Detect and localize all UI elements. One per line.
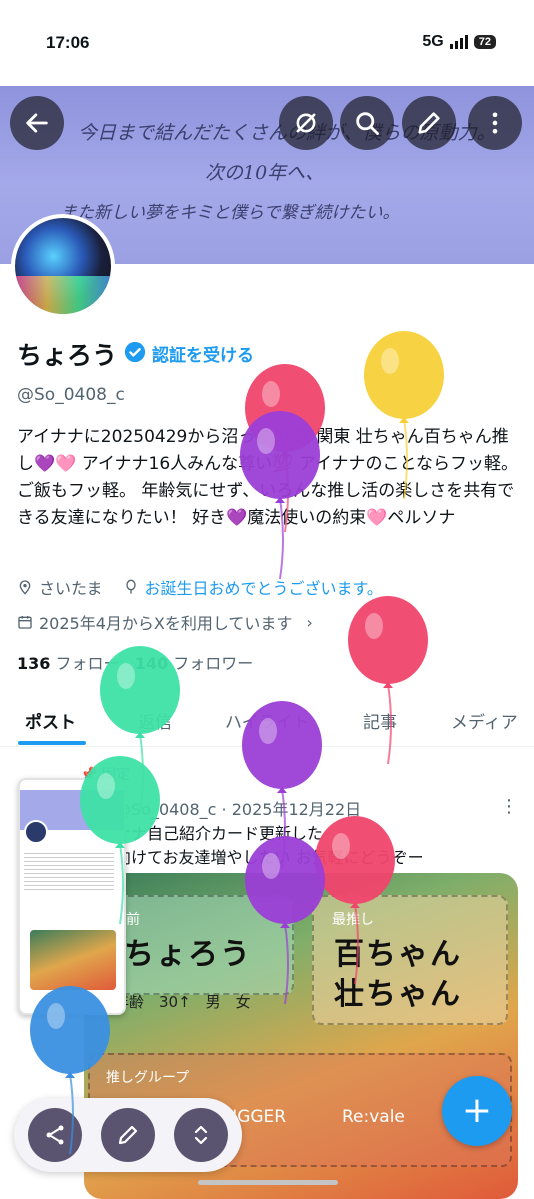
active-tab-indicator (18, 741, 86, 745)
status-time: 17:06 (46, 33, 90, 52)
following-count[interactable]: 136 (17, 654, 50, 673)
chevron-right-icon: › (306, 612, 313, 632)
share-button[interactable] (28, 1108, 82, 1162)
card-oshi-line: 百ちゃん (334, 937, 462, 972)
compose-post-button[interactable]: + (442, 1076, 512, 1146)
joined-row: 2025年4月からXを利用しています › (17, 610, 313, 634)
network-label: 5G (422, 33, 444, 50)
tab-posts[interactable]: ポスト (25, 708, 76, 733)
screenshot-toolbar (14, 1098, 242, 1172)
profile-name: ちょろう (17, 341, 118, 370)
birthday-text[interactable]: お誕生日おめでとうございます。 (145, 575, 383, 599)
post-text: ナナ自己紹介カード更新した 向けてお友達増やしたい お気軽にどうぞー (115, 822, 515, 870)
back-button[interactable] (10, 96, 64, 150)
search-button[interactable] (340, 96, 394, 150)
get-verified-link[interactable]: 認証を受ける (152, 341, 254, 366)
post-more-icon[interactable]: ⋮ (500, 796, 518, 817)
scroll-capture-button[interactable] (174, 1108, 228, 1162)
card-oshi-line: 壮ちゃん (334, 977, 462, 1012)
status-indicators: 5G 72 (422, 33, 496, 51)
grok-button[interactable] (279, 96, 333, 150)
battery-icon: 72 (473, 35, 496, 49)
edit-screenshot-button[interactable] (101, 1108, 155, 1162)
following-label[interactable]: フォロー (56, 654, 120, 673)
thumbnail-card (30, 930, 116, 990)
avatar[interactable] (11, 214, 115, 318)
tab-media[interactable]: メディア (451, 708, 518, 733)
card-group-label: 推しグループ (106, 1070, 190, 1086)
share-icon (46, 1125, 64, 1145)
post-text-line: 向けてお友達増やしたい お気軽にどうぞー (115, 848, 424, 867)
thumbnail-avatar (24, 820, 48, 844)
plus-icon: + (461, 1090, 493, 1131)
post-text-line: ナナ自己紹介カード更新した (115, 824, 324, 843)
banner-text-line: また新しい夢をキミと僕らで繋ぎ続けたい。 (60, 203, 400, 223)
verified-badge-icon (124, 341, 146, 363)
joined-text: 2025年4月からXを利用しています (39, 614, 293, 633)
edit-pencil-icon (118, 1125, 138, 1145)
tab-articles[interactable]: 記事 (363, 708, 397, 733)
edit-icon (418, 112, 440, 134)
post-header: @So_0408_c · 2025年12月22日 (115, 796, 361, 820)
location-text: さいたま (39, 579, 103, 598)
expand-icon (194, 1125, 208, 1145)
balloon-icon (125, 579, 136, 594)
more-icon (492, 112, 498, 134)
follow-stats: 136 フォロー 140 フォロワー (17, 650, 253, 674)
card-group-item: Re:vale (342, 1107, 405, 1127)
status-bar: 17:06 5G 72 (0, 0, 534, 86)
search-icon (356, 112, 379, 135)
followers-label[interactable]: フォロワー (173, 654, 253, 673)
thumbnail-text (24, 850, 114, 890)
banner-text-line: 次の10年へ、 (205, 162, 325, 184)
grok-icon (296, 113, 316, 133)
card-age-line: 年齢 30↑ 男 女 (114, 993, 251, 1011)
profile-bio: アイナナに20250429から沼った35歳 関東 壮ちゃん百ちゃん推し💜🩷 アイ… (17, 427, 519, 528)
post-handle-date: @So_0408_c · 2025年12月22日 (115, 800, 362, 819)
profile-meta-row: さいたま お誕生日おめでとうございます。 (17, 575, 383, 599)
profile-handle: @So_0408_c (17, 385, 125, 405)
home-indicator (198, 1180, 338, 1185)
location-icon (19, 580, 31, 595)
screenshot-thumbnail[interactable] (18, 778, 126, 1015)
tab-highlights[interactable]: ハイライト (225, 708, 310, 733)
card-name-value: ちょろう (124, 937, 252, 972)
tab-replies[interactable]: 返信 (138, 708, 172, 733)
edit-button[interactable] (402, 96, 456, 150)
card-oshi-label: 最推し (332, 912, 374, 928)
profile-tabs: ポスト 返信 ハイライト 記事 メディア (0, 692, 534, 747)
calendar-icon (18, 616, 32, 629)
back-arrow-icon (26, 113, 48, 133)
followers-count[interactable]: 140 (135, 654, 168, 673)
signal-icon (449, 35, 468, 49)
more-button[interactable] (468, 96, 522, 150)
